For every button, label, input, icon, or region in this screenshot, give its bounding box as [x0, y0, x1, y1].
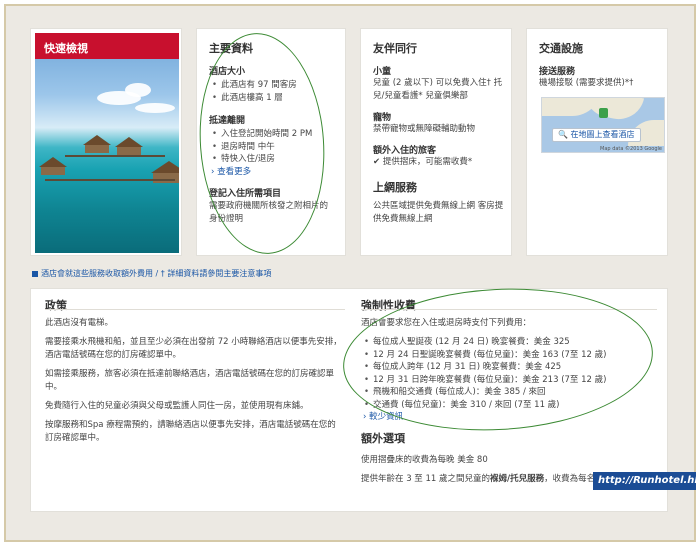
hut-roof	[151, 161, 179, 173]
map-credit: Map data ©2013 Google	[600, 146, 662, 152]
hotel-photo: 快速檢視	[35, 33, 179, 253]
quick-view-card: 快速檢視	[30, 28, 182, 256]
fees-notice: 酒店會就這些服務收取額外費用 / † 詳細資料請參閱主要注意事項	[32, 268, 271, 279]
hut-roof	[115, 137, 143, 147]
hut	[117, 147, 141, 155]
pier	[45, 179, 175, 181]
hut-roof	[39, 157, 67, 167]
map-pin-icon	[599, 108, 608, 118]
pets-heading: 寵物	[373, 113, 392, 123]
travel-companions-title: 友伴同行	[373, 42, 417, 55]
shuttle-heading: 接送服務	[539, 67, 576, 77]
extra-options-line: 使用摺疊床的收費為每晚 美金 80	[361, 455, 488, 465]
extra-guests-text: 提供摺床，可能需收費*	[382, 157, 473, 167]
extra-options-text: 提供年齡在 3 至 11 歲之間兒童的	[361, 474, 491, 484]
transport-title: 交通設施	[539, 42, 583, 55]
internet-text: 公共區域提供免費無線上網 客房提供免費無線上網	[373, 201, 504, 224]
notice-bullet-icon	[32, 270, 38, 277]
hotel-map[interactable]: 🔍 在地圖上查看酒店 Map data ©2013 Google	[541, 97, 665, 153]
extra-guests-item: ✔ 提供摺床，可能需收費*	[373, 156, 511, 169]
pier	[65, 155, 165, 157]
policy-paragraph: 按摩服務和Spa 療程需預約，請聯絡酒店以便事先安排，酒店電話號碼在您的訂房確認…	[45, 420, 336, 443]
policy-paragraph: 免費隨行入住的兒童必須與父母或監護人同住一房，並使用現有床鋪。	[45, 401, 309, 411]
extra-guests-heading: 額外入住的旅客	[373, 146, 437, 156]
kids-heading: 小童	[373, 67, 392, 77]
extra-options-title: 額外選項	[361, 432, 405, 445]
kids-text: 兒童 (2 歲以下) 可以免費入住† 托兒/兒童看護* 兒童俱樂部	[373, 78, 503, 101]
policy-paragraph: 需要接乘水飛機和船，並且至少必須在出發前 72 小時聯絡酒店以便事先安排，酒店電…	[45, 337, 342, 360]
travel-companions-card: 友伴同行 小童 兒童 (2 歲以下) 可以免費入住† 托兒/兒童看護* 兒童俱樂…	[360, 28, 512, 256]
policy-paragraph: 如需接乘服務，旅客必須在抵達前聯絡酒店，酒店電話號碼在您的訂房確認單中。	[45, 369, 335, 392]
cloud	[125, 83, 151, 97]
hut-roof	[83, 135, 111, 145]
pets-text: 禁帶寵物或無障礙輔助動物	[373, 124, 476, 134]
divider	[45, 309, 345, 310]
babysitting-label: 褓姆/托兒服務	[490, 474, 545, 484]
land	[579, 98, 645, 124]
shuttle-text: 機場接駁 (需要求提供)*†	[539, 78, 634, 88]
transport-card: 交通設施 接送服務 機場接駁 (需要求提供)*† 🔍 在地圖上查看酒店 Map …	[526, 28, 668, 256]
watermark: http://Runhotel.hk	[593, 472, 700, 490]
search-icon: 🔍	[558, 130, 568, 139]
internet-title: 上網服務	[373, 181, 417, 194]
quick-view-title: 快速檢視	[35, 33, 179, 59]
hut	[85, 145, 109, 153]
view-on-map-button[interactable]: 🔍 在地圖上查看酒店	[552, 128, 641, 142]
chevron-up-icon: ›	[363, 412, 367, 422]
check-icon: ✔	[373, 157, 381, 167]
hut	[153, 173, 179, 183]
fees-notice-text: 酒店會就這些服務收取額外費用 / † 詳細資料請參閱主要注意事項	[41, 269, 272, 278]
policy-title: 政策	[45, 299, 67, 312]
cloud	[135, 103, 175, 113]
policy-paragraph: 此酒店沒有電梯。	[45, 318, 114, 328]
view-on-map-label: 在地圖上查看酒店	[570, 130, 635, 139]
policy-paragraphs: 此酒店沒有電梯。 需要接乘水飛機和船，並且至少必須在出發前 72 小時聯絡酒店以…	[45, 317, 343, 445]
hut	[41, 167, 65, 175]
